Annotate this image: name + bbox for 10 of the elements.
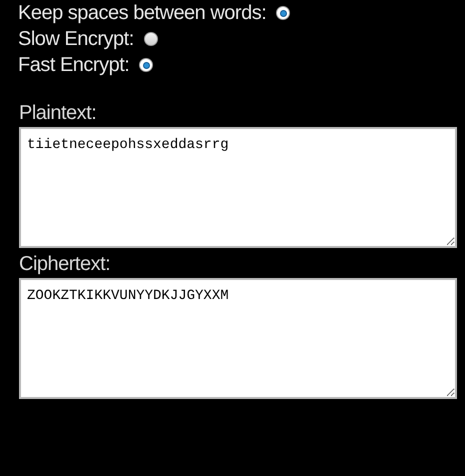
field-label: Ciphertext: [19, 252, 112, 276]
radio-button[interactable] [144, 32, 158, 46]
option-label: Slow Encrypt: [18, 27, 134, 51]
field-label: Plaintext: [19, 101, 98, 125]
text-area[interactable]: tiietneceepohssxeddasrrg [19, 127, 457, 248]
option-label: Keep spaces between words: [18, 1, 266, 25]
radio-button[interactable] [139, 58, 154, 72]
text-area[interactable]: ZOOKZTKIKKVUNYYDKJJGYXXM [19, 278, 457, 399]
option-label: Fast Encrypt: [18, 53, 130, 77]
radio-button[interactable] [276, 6, 290, 20]
